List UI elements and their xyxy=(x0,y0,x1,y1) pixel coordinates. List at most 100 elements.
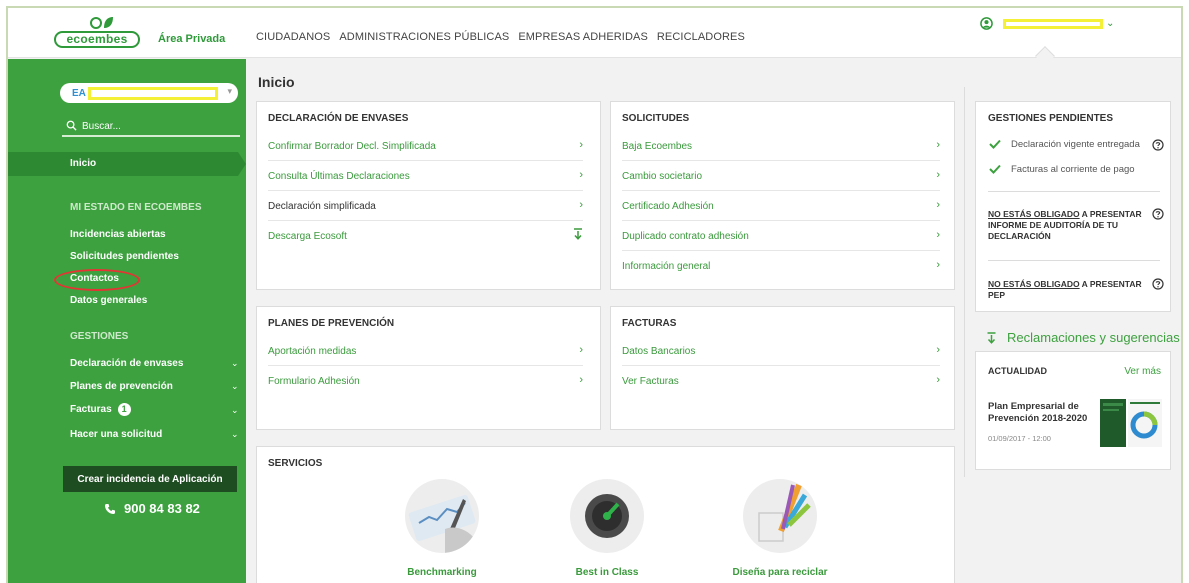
card-title: SERVICIOS xyxy=(268,458,323,469)
sidebar-item-inicio[interactable] xyxy=(8,152,238,176)
list-item[interactable]: Datos Bancarios › xyxy=(622,336,940,366)
gauge-icon xyxy=(585,494,629,538)
reclamaciones-link[interactable]: Reclamaciones y sugerencias xyxy=(986,330,1180,345)
chevron-right-icon: › xyxy=(936,139,940,151)
reclamaciones-label: Reclamaciones y sugerencias xyxy=(1007,330,1180,345)
estado-section-title: MI ESTADO EN ECOEMBES xyxy=(70,202,202,213)
sidebar-item-facturas[interactable]: Facturas 1 xyxy=(70,403,131,416)
list-item[interactable]: Certificado Adhesión › xyxy=(622,191,940,221)
question-icon[interactable] xyxy=(1152,139,1164,151)
redacted-account xyxy=(88,87,218,100)
list-item[interactable]: Baja Ecoembes › xyxy=(622,131,940,161)
chevron-right-icon: › xyxy=(579,199,583,211)
sidebar-item-incidencias[interactable]: Incidencias abiertas xyxy=(70,229,166,240)
card-title: PLANES DE PREVENCIÓN xyxy=(268,318,395,329)
chevron-right-icon: › xyxy=(936,374,940,386)
card-title: GESTIONES PENDIENTES xyxy=(988,113,1114,124)
news-date: 01/09/2017 - 12:00 xyxy=(988,434,1051,443)
row-label: Declaración simplificada xyxy=(268,201,376,212)
crear-incidencia-button[interactable]: Crear incidencia de Aplicación xyxy=(63,466,237,492)
chevron-right-icon: › xyxy=(936,229,940,241)
phone-icon xyxy=(105,503,115,514)
sidebar-item-inicio-label: Inicio xyxy=(70,158,97,169)
sidebar: EA ▾ Inicio MI ESTADO EN ECOEMBES Incide… xyxy=(8,59,246,583)
list-item[interactable]: Cambio societario › xyxy=(622,161,940,191)
pep-notice-link[interactable]: NO ESTÁS OBLIGADO xyxy=(988,279,1080,289)
chevron-down-icon[interactable]: ⌄ xyxy=(231,358,239,369)
list-item[interactable]: Información general › xyxy=(622,251,940,281)
ver-mas-link[interactable]: Ver más xyxy=(1124,366,1161,377)
design-brush-icon xyxy=(758,483,811,542)
pendiente-item: Declaración vigente entregada xyxy=(1011,139,1140,150)
service-benchmarking[interactable]: Benchmarking xyxy=(387,479,497,578)
area-privada-label: Área Privada xyxy=(158,33,226,45)
news-thumbnail[interactable] xyxy=(1100,399,1162,447)
list-item[interactable]: Descarga Ecosoft xyxy=(268,221,583,251)
nav-recicladores[interactable]: RECICLADORES xyxy=(657,31,745,43)
auditoria-notice: NO ESTÁS OBLIGADO A PRESENTAR INFORME DE… xyxy=(988,209,1143,242)
benchmarking-image xyxy=(405,479,479,553)
page-title: Inicio xyxy=(258,74,295,90)
chevron-right-icon: › xyxy=(936,259,940,271)
list-item[interactable]: Confirmar Borrador Decl. Simplificada › xyxy=(268,131,583,161)
chart-tablet-icon xyxy=(408,494,476,553)
download-icon xyxy=(574,228,582,240)
pendiente-item: Facturas al corriente de pago xyxy=(1011,164,1135,175)
card-title: ACTUALIDAD xyxy=(988,366,1047,376)
disena-reciclar-image xyxy=(743,479,817,553)
search-icon xyxy=(66,120,77,131)
service-best-in-class[interactable]: Best in Class xyxy=(552,479,662,578)
row-label: Certificado Adhesión xyxy=(622,201,714,212)
row-label: Información general xyxy=(622,261,711,272)
news-title[interactable]: Plan Empresarial de Prevención 2018-2020 xyxy=(988,401,1098,425)
declaracion-card: DECLARACIÓN DE ENVASES Confirmar Borrado… xyxy=(256,101,601,290)
app-frame: ecoembes Área Privada CIUDADANOS ADMINIS… xyxy=(6,6,1183,583)
account-selector[interactable]: EA ▾ xyxy=(60,83,238,103)
list-item[interactable]: Consulta Últimas Declaraciones › xyxy=(268,161,583,191)
list-item[interactable]: Ver Facturas › xyxy=(622,366,940,396)
chevron-down-icon[interactable]: ⌄ xyxy=(231,429,239,440)
sidebar-item-solicitudes-pendientes[interactable]: Solicitudes pendientes xyxy=(70,251,179,262)
nav-ciudadanos[interactable]: CIUDADANOS xyxy=(256,31,330,43)
gestiones-section-title: GESTIONES xyxy=(70,331,129,342)
support-phone[interactable]: 900 84 83 82 xyxy=(104,501,200,516)
question-icon[interactable] xyxy=(1152,208,1164,220)
sidebar-item-declaracion[interactable]: Declaración de envases xyxy=(70,358,183,369)
logo-mark-icon xyxy=(90,17,113,29)
list-item[interactable]: Aportación medidas › xyxy=(268,336,583,366)
gestiones-pendientes-card: GESTIONES PENDIENTES Declaración vigente… xyxy=(975,101,1171,312)
list-item[interactable]: Formulario Adhesión › xyxy=(268,366,583,396)
nav-administraciones[interactable]: ADMINISTRACIONES PÚBLICAS xyxy=(339,31,509,43)
row-label: Duplicado contrato adhesión xyxy=(622,231,749,242)
divider xyxy=(988,191,1160,192)
sidebar-item-solicitud[interactable]: Hacer una solicitud xyxy=(70,429,162,440)
row-label: Descarga Ecosoft xyxy=(268,231,347,242)
check-icon xyxy=(989,139,1001,149)
servicios-card: SERVICIOS Benchmarking Best in Class Dis… xyxy=(256,446,955,583)
phone-number: 900 84 83 82 xyxy=(124,501,200,516)
list-item[interactable]: Declaración simplificada › xyxy=(268,191,583,221)
list-item[interactable]: Duplicado contrato adhesión › xyxy=(622,221,940,251)
sidebar-item-facturas-label: Facturas xyxy=(70,404,112,415)
chevron-down-icon[interactable]: ⌄ xyxy=(231,405,239,416)
user-menu[interactable]: ⌄ xyxy=(980,17,1114,30)
nav-empresas-adheridas[interactable]: EMPRESAS ADHERIDAS xyxy=(518,31,648,43)
auditoria-notice-link[interactable]: NO ESTÁS OBLIGADO xyxy=(988,209,1080,219)
chevron-right-icon: › xyxy=(936,344,940,356)
service-disena-reciclar[interactable]: Diseña para reciclar xyxy=(720,479,840,578)
question-icon[interactable] xyxy=(1152,278,1164,290)
sidebar-item-planes[interactable]: Planes de prevención xyxy=(70,381,173,392)
chevron-right-icon: › xyxy=(579,374,583,386)
service-label: Benchmarking xyxy=(407,567,477,578)
best-in-class-image xyxy=(570,479,644,553)
chevron-down-icon[interactable]: ⌄ xyxy=(231,381,239,392)
chevron-right-icon: › xyxy=(936,199,940,211)
sidebar-item-datos-generales[interactable]: Datos generales xyxy=(70,295,147,306)
download-icon xyxy=(987,331,996,344)
pep-notice: NO ESTÁS OBLIGADO A PRESENTAR PEP xyxy=(988,279,1153,301)
search-input[interactable] xyxy=(82,119,232,133)
row-label: Confirmar Borrador Decl. Simplificada xyxy=(268,141,436,152)
ecoembes-logo[interactable]: ecoembes xyxy=(54,16,152,50)
sidebar-search xyxy=(62,119,240,137)
row-label: Datos Bancarios xyxy=(622,346,696,357)
